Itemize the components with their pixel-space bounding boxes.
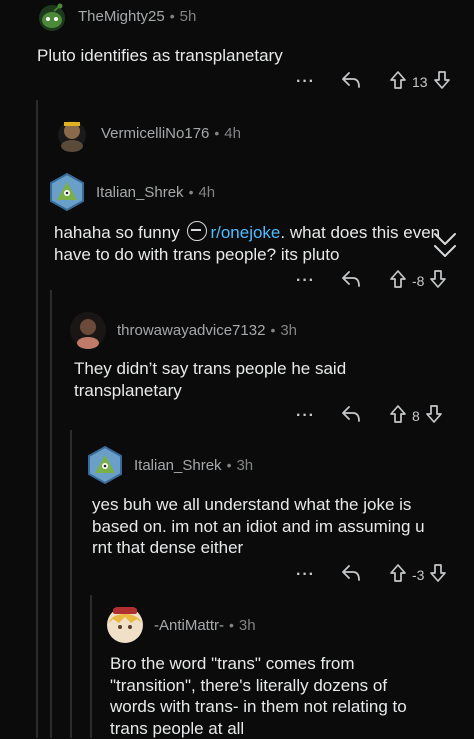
comment-line: Pluto identifies as transplanetary	[37, 45, 283, 67]
comment-line: have to do with trans people? its pluto	[54, 244, 474, 266]
vote-score: 13	[412, 74, 428, 90]
avatar[interactable]	[105, 605, 145, 645]
vote-score: -3	[412, 567, 424, 583]
timestamp: 4h	[198, 184, 215, 201]
thread-line-1[interactable]	[36, 100, 38, 738]
more-options-button[interactable]: ···	[296, 73, 315, 91]
collapse-chevron-icon[interactable]	[431, 230, 459, 269]
upvote-arrow-icon[interactable]	[389, 70, 407, 93]
comment-line: hahaha so funny r/onejoke. what does thi…	[54, 221, 474, 244]
comment-line: yes buh we all understand what the joke …	[92, 494, 425, 516]
comment-header: Italian_Shrek • 4h	[47, 172, 215, 212]
avatar[interactable]	[52, 113, 92, 153]
upvote-arrow-icon[interactable]	[389, 404, 407, 427]
reply-arrow-icon[interactable]	[341, 270, 361, 291]
timestamp: 3h	[239, 617, 256, 634]
comment-text: hahaha so funny	[54, 223, 180, 242]
timestamp: 5h	[180, 8, 197, 25]
comment-header: VermicelliNo176 • 4h	[52, 113, 241, 153]
comment-line: "transition", there's literally dozens o…	[110, 675, 407, 697]
comment-body: Pluto identifies as transplanetary	[37, 45, 283, 67]
community-icon[interactable]	[187, 221, 207, 241]
username[interactable]: -AntiMattr-	[154, 617, 224, 634]
anime-avatar-icon	[105, 605, 145, 645]
more-options-button[interactable]: ···	[296, 566, 315, 584]
comment-actions: ··· 8	[296, 404, 443, 427]
comment-actions: ··· -8	[296, 269, 447, 292]
separator-dot: •	[170, 8, 175, 24]
comment-body: They didn’t say trans people he said tra…	[74, 358, 346, 401]
comment-header: throwawayadvice7132 • 3h	[68, 310, 297, 350]
comment-line: based on. im not an idiot and im assumin…	[92, 516, 425, 538]
downvote-arrow-icon[interactable]	[433, 70, 451, 93]
thread-line-2[interactable]	[50, 290, 52, 738]
thread-line-4[interactable]	[90, 595, 92, 738]
comment-text: . what does this even	[280, 223, 440, 242]
reply-arrow-icon[interactable]	[341, 71, 361, 92]
downvote-arrow-icon[interactable]	[429, 563, 447, 586]
username[interactable]: throwawayadvice7132	[117, 322, 265, 339]
username[interactable]: VermicelliNo176	[101, 125, 209, 142]
comment-header: TheMighty25 • 5h	[32, 0, 196, 36]
comment-body: hahaha so funny r/onejoke. what does thi…	[54, 221, 474, 265]
avatar[interactable]	[85, 445, 125, 485]
timestamp: 3h	[236, 457, 253, 474]
separator-dot: •	[229, 617, 234, 633]
reply-arrow-icon[interactable]	[341, 564, 361, 585]
hexagon-avatar-icon	[85, 445, 125, 485]
thread-line-3[interactable]	[70, 430, 72, 738]
username[interactable]: Italian_Shrek	[96, 184, 184, 201]
downvote-arrow-icon[interactable]	[425, 404, 443, 427]
comment-actions: ··· 13	[296, 70, 451, 93]
upvote-arrow-icon[interactable]	[389, 269, 407, 292]
vote-score: 8	[412, 408, 420, 424]
user-avatar-icon	[52, 113, 92, 153]
avatar[interactable]	[47, 172, 87, 212]
upvote-arrow-icon[interactable]	[389, 563, 407, 586]
hexagon-avatar-icon	[47, 172, 87, 212]
comment-line: words with trans- in them not relating t…	[110, 696, 407, 718]
timestamp: 4h	[224, 125, 241, 142]
separator-dot: •	[270, 322, 275, 338]
more-options-button[interactable]: ···	[296, 407, 315, 425]
comment-body: Bro the word "trans" comes from "transit…	[110, 653, 407, 739]
avatar[interactable]	[32, 0, 72, 36]
comment-line: rnt that dense either	[92, 537, 425, 559]
comment-header: Italian_Shrek • 3h	[85, 445, 253, 485]
separator-dot: •	[214, 125, 219, 141]
subreddit-link[interactable]: r/onejoke	[210, 223, 280, 242]
user-avatar-icon	[68, 310, 108, 350]
avatar[interactable]	[68, 310, 108, 350]
separator-dot: •	[227, 457, 232, 473]
comment-line: transplanetary	[74, 380, 346, 402]
timestamp: 3h	[280, 322, 297, 339]
downvote-arrow-icon[interactable]	[429, 269, 447, 292]
comment-line: Bro the word "trans" comes from	[110, 653, 407, 675]
comment-header: -AntiMattr- • 3h	[105, 605, 256, 645]
username[interactable]: TheMighty25	[78, 8, 165, 25]
comment-body: yes buh we all understand what the joke …	[92, 494, 425, 559]
comment-line: trans people at all	[110, 718, 407, 739]
reply-arrow-icon[interactable]	[341, 405, 361, 426]
comment-actions: ··· -3	[296, 563, 447, 586]
more-options-button[interactable]: ···	[296, 272, 315, 290]
username[interactable]: Italian_Shrek	[134, 457, 222, 474]
separator-dot: •	[189, 184, 194, 200]
comment-line: They didn’t say trans people he said	[74, 358, 346, 380]
vote-score: -8	[412, 273, 424, 289]
snoo-avatar-icon	[32, 0, 72, 36]
